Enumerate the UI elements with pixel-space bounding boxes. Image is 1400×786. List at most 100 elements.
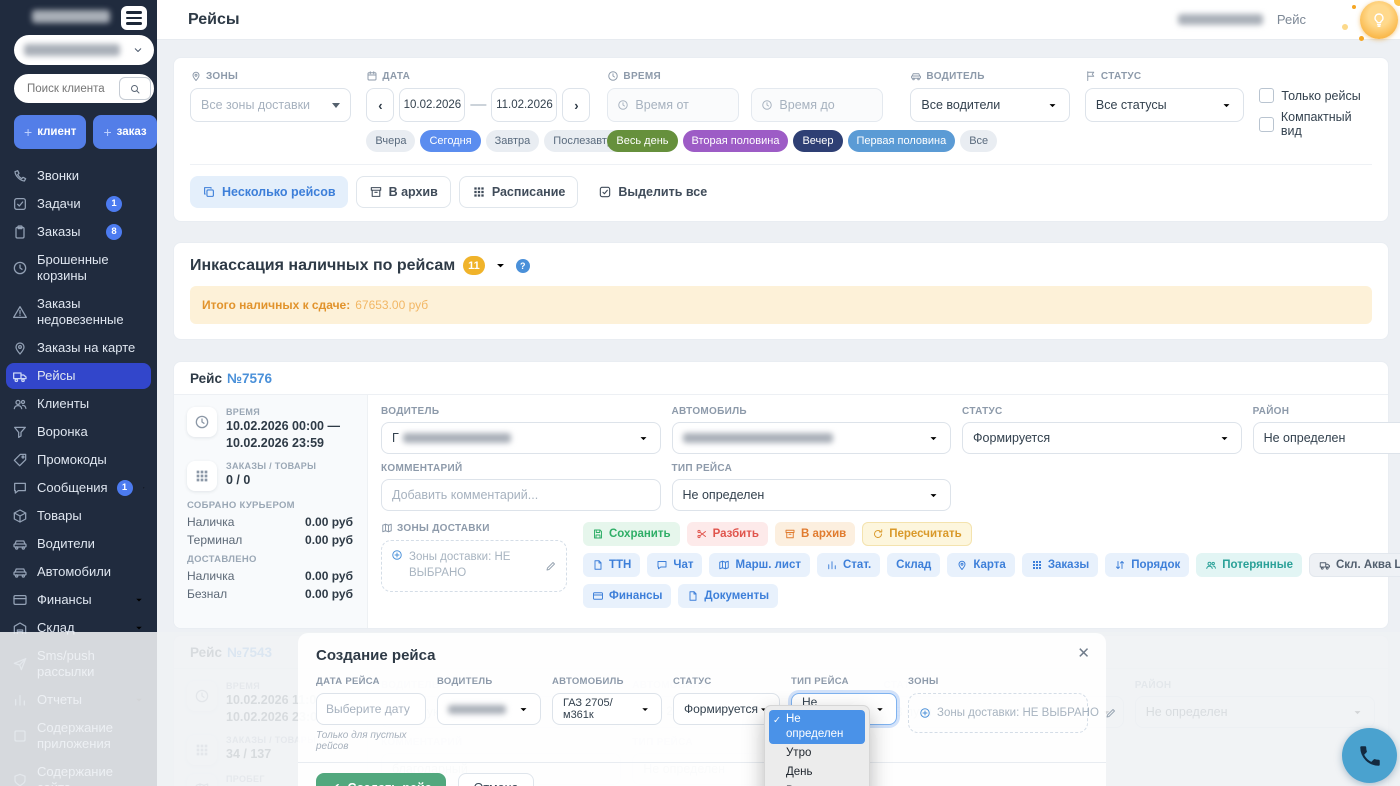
orders-button[interactable]: Заказы <box>1021 553 1099 577</box>
modal-vehicle-select[interactable]: ГАЗ 2705/м361к <box>552 693 662 725</box>
grid-icon <box>472 185 486 199</box>
zones-select[interactable]: Все зоны доставки <box>190 88 352 122</box>
money-row: Наличка 0.00 руб <box>187 568 353 583</box>
filter-status: СТАТУС Все статусы <box>1084 70 1245 152</box>
dropdown-option-morning[interactable]: Утро <box>769 744 865 763</box>
select-all-button[interactable]: Выделить все <box>586 176 719 208</box>
date-from-input[interactable]: 10.02.2026 <box>399 88 466 122</box>
sidebar-item-calls[interactable]: Звонки <box>6 163 151 189</box>
lost-button[interactable]: Потерянные <box>1196 553 1302 577</box>
pencil-icon[interactable] <box>545 560 557 572</box>
cancel-button[interactable]: Отмена <box>457 773 535 786</box>
modal-zones-box[interactable]: Зоны доставки: НЕ ВЫБРАНО <box>908 693 1088 733</box>
stats-button[interactable]: Стат. <box>817 553 881 577</box>
menu-toggle-button[interactable] <box>121 6 147 30</box>
documents-button[interactable]: Документы <box>678 584 779 608</box>
sidebar-item-abandoned-carts[interactable]: Брошенные корзины <box>6 247 151 289</box>
close-icon[interactable]: ✕ <box>1077 646 1090 661</box>
time-to-input[interactable]: Время до <box>751 88 884 122</box>
dropdown-option-day[interactable]: День <box>769 763 865 782</box>
route-list-button[interactable]: Марш. лист <box>709 553 810 577</box>
driver-filter-select[interactable]: Все водители <box>910 88 1070 122</box>
status-filter-select[interactable]: Все статусы <box>1084 88 1245 122</box>
trip-summary-column: ВРЕМЯ 10.02.2026 00:00 —10.02.2026 23:59 … <box>174 395 368 628</box>
sidebar-item-promocodes[interactable]: Промокоды <box>6 447 151 473</box>
compact-view-checkbox[interactable]: Компактный вид <box>1259 110 1372 138</box>
sidebar-item-messages[interactable]: Сообщения 1 <box>6 475 151 501</box>
account-selector[interactable] <box>14 35 154 65</box>
chevron-down-icon <box>1220 99 1233 112</box>
clipboard-icon <box>12 224 28 240</box>
to-archive-button[interactable]: В архив <box>355 176 451 208</box>
schedule-button[interactable]: Расписание <box>458 176 579 208</box>
date-chip-yesterday[interactable]: Вчера <box>366 130 416 152</box>
sidebar-item-trips[interactable]: Рейсы <box>6 363 151 389</box>
trip-comment-input[interactable]: Добавить комментарий... <box>381 479 661 511</box>
dropdown-option-evening[interactable]: Вечер <box>769 782 865 786</box>
sidebar-item-clients[interactable]: Клиенты <box>6 391 151 417</box>
tips-lightbulb-button[interactable] <box>1360 1 1398 39</box>
trip-vehicle-select[interactable] <box>671 422 952 454</box>
add-client-button[interactable]: + клиент <box>14 115 87 149</box>
date-prev-button[interactable]: ‹ <box>366 88 395 122</box>
ttn-button[interactable]: ТТН <box>583 553 641 577</box>
multi-trips-button[interactable]: Несколько рейсов <box>190 176 348 208</box>
money-row: Безнал 0.00 руб <box>187 586 353 601</box>
recalculate-button[interactable]: Пересчитать <box>862 522 972 546</box>
sidebar-item-funnel[interactable]: Воронка <box>6 419 151 445</box>
trip-number-link[interactable]: №7576 <box>227 371 272 386</box>
sidebar-item-finances[interactable]: Финансы <box>6 587 151 613</box>
dropdown-option-undefined[interactable]: Не определен <box>769 710 865 744</box>
sidebar-item-tasks[interactable]: Задачи 1 <box>6 191 151 217</box>
create-trip-button[interactable]: ✔Создать рейс <box>316 773 446 786</box>
save-button[interactable]: Сохранить <box>583 522 680 546</box>
pencil-icon[interactable] <box>1105 707 1117 719</box>
map-button[interactable]: Карта <box>947 553 1015 577</box>
date-next-button[interactable]: › <box>562 88 591 122</box>
warehouse-aqua-button[interactable]: Скл. Аква Центр Ростов-на-Дону <box>1308 553 1400 577</box>
trip-date-field: ДАТА РЕЙСА Выберите дату Только для пуст… <box>316 676 426 752</box>
date-to-input[interactable]: 11.02.2026 <box>491 88 558 122</box>
breadcrumb: Рейс <box>1276 12 1306 27</box>
trip-driver-select[interactable]: Г <box>381 422 661 454</box>
time-chip-evening[interactable]: Вечер <box>793 130 843 152</box>
app-logo <box>32 10 110 23</box>
trips-only-checkbox[interactable]: Только рейсы <box>1259 88 1372 103</box>
archive-button[interactable]: В архив <box>774 522 856 546</box>
finances-button[interactable]: Финансы <box>583 584 672 608</box>
add-order-button[interactable]: + заказ <box>93 115 157 149</box>
users-icon <box>1205 559 1217 571</box>
warehouse-button[interactable]: Склад <box>887 553 941 577</box>
trip-date-input[interactable]: Выберите дату <box>316 693 426 725</box>
sidebar-item-orders-map[interactable]: Заказы на карте <box>6 335 151 361</box>
client-search <box>14 74 154 103</box>
sidebar-item-vehicles[interactable]: Автомобили <box>6 559 151 585</box>
sidebar-item-drivers[interactable]: Водители <box>6 531 151 557</box>
sidebar-item-products[interactable]: Товары <box>6 503 151 529</box>
date-chip-today[interactable]: Сегодня <box>420 130 481 152</box>
time-from-input[interactable]: Время от <box>607 88 740 122</box>
chat-button[interactable]: Чат <box>647 553 703 577</box>
trip-type-select[interactable]: Не определен <box>671 479 952 511</box>
warning-icon <box>12 304 28 320</box>
split-button[interactable]: Разбить <box>686 522 768 546</box>
sidebar-item-undelivered-orders[interactable]: Заказы недовезенные <box>6 291 151 333</box>
trip-status-select[interactable]: Формируется <box>962 422 1242 454</box>
time-chip-second-half[interactable]: Вторая половина <box>682 130 789 152</box>
search-button[interactable] <box>119 77 151 100</box>
clock-icon <box>607 70 619 82</box>
trip-district-select[interactable]: Не определен <box>1252 422 1400 454</box>
chevron-down-icon[interactable] <box>493 258 508 273</box>
call-fab-button[interactable] <box>1342 728 1397 783</box>
help-icon[interactable]: ? <box>515 258 530 273</box>
trip-zones-box[interactable]: Зоны доставки: НЕ ВЫБРАНО <box>381 540 567 592</box>
card-icon <box>592 590 604 602</box>
collection-count-badge: 11 <box>463 256 485 275</box>
chat-icon <box>12 480 28 496</box>
sidebar-item-orders[interactable]: Заказы 8 <box>6 219 151 245</box>
modal-driver-select[interactable] <box>437 693 541 725</box>
date-chip-tomorrow[interactable]: Завтра <box>485 130 540 152</box>
order-sort-button[interactable]: Порядок <box>1105 553 1190 577</box>
time-chip-all-day[interactable]: Весь день <box>607 130 678 152</box>
sort-icon <box>1114 559 1126 571</box>
